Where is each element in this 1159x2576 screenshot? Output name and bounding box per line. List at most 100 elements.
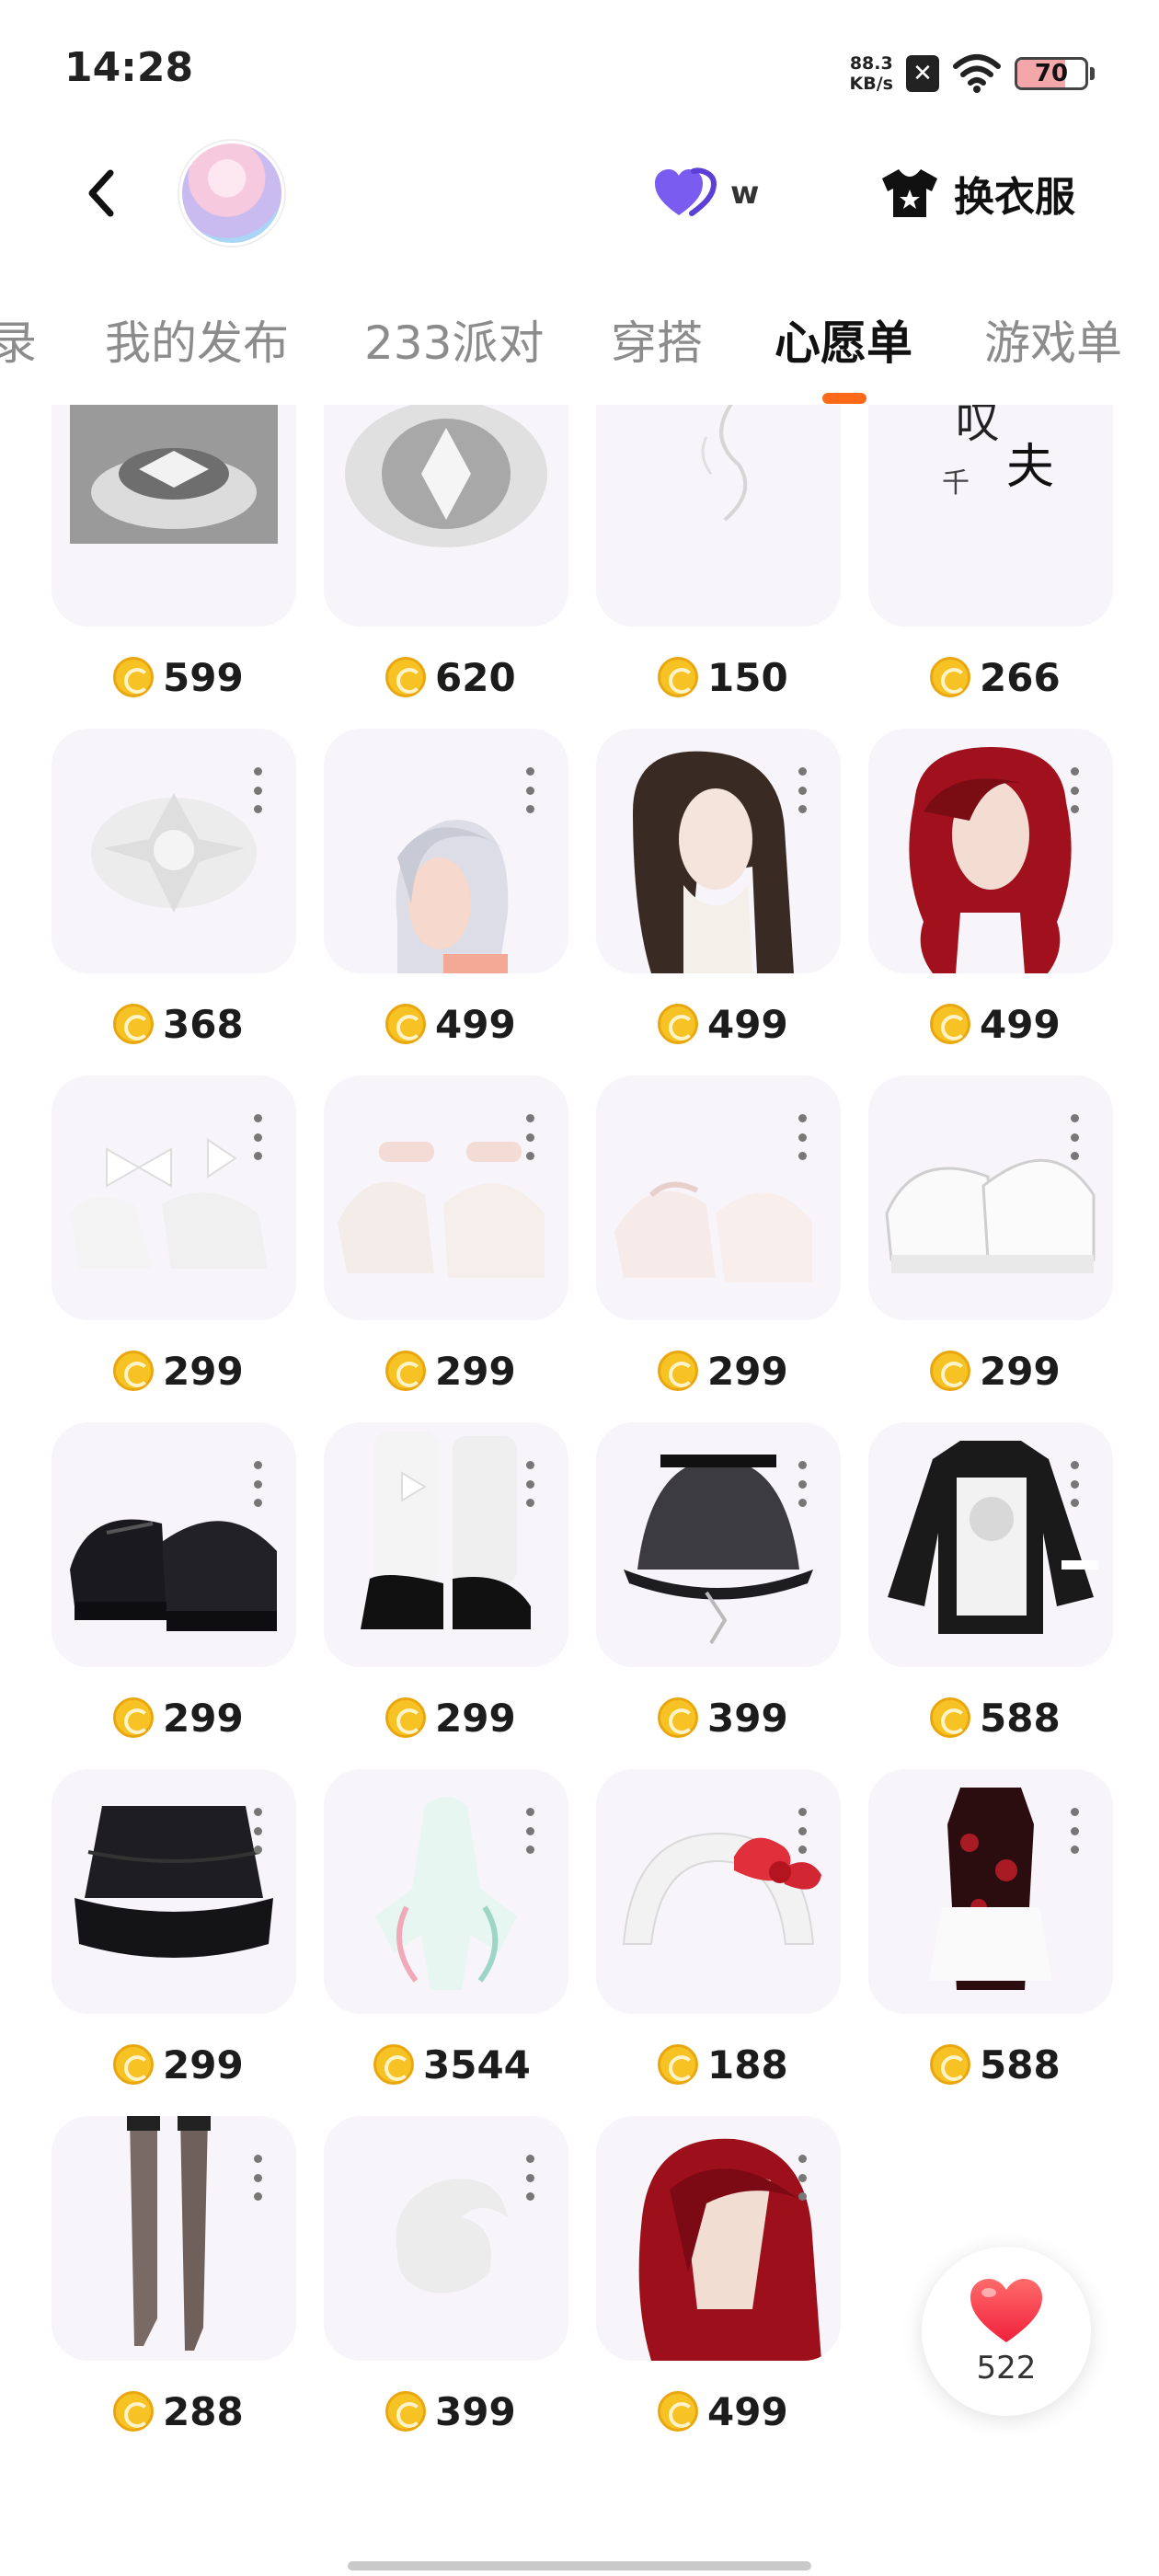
wishlist-item-card[interactable] <box>52 1769 296 2014</box>
coin-icon <box>385 2391 426 2432</box>
more-options-icon[interactable] <box>524 767 535 813</box>
more-options-icon[interactable] <box>252 2155 263 2201</box>
coin-icon <box>113 2044 154 2085</box>
wishlist-item-card[interactable] <box>868 729 1113 973</box>
item-price-value: 299 <box>707 1348 788 1394</box>
wishlist-item-card[interactable] <box>52 1422 296 1667</box>
item-price: 588 <box>930 2041 1061 2087</box>
coin-icon <box>113 657 154 697</box>
wishlist-item-card[interactable] <box>868 1075 1113 1320</box>
item-price: 299 <box>385 1695 516 1741</box>
network-speed-unit: KB/s <box>849 74 893 94</box>
item-price-value: 499 <box>707 2388 788 2434</box>
wishlist-item-card[interactable] <box>324 1769 568 2014</box>
more-options-icon[interactable] <box>1069 1114 1080 1160</box>
more-options-icon[interactable] <box>252 767 263 813</box>
more-options-icon[interactable] <box>524 1808 535 1854</box>
like-count: 522 <box>976 2350 1037 2386</box>
wishlist-item-card[interactable] <box>596 729 841 973</box>
item-price: 499 <box>658 1001 788 1047</box>
more-options-icon[interactable] <box>524 1114 535 1160</box>
wishlist-item-card[interactable] <box>324 1422 568 1667</box>
wishlist-item-card[interactable] <box>324 2116 568 2361</box>
item-price: 299 <box>113 1695 244 1741</box>
item-price-value: 499 <box>980 1001 1061 1047</box>
coin-icon <box>385 1351 426 1391</box>
item-price: 150 <box>658 654 788 700</box>
item-price: 620 <box>385 654 516 700</box>
more-options-icon[interactable] <box>797 1461 808 1507</box>
item-price-value: 288 <box>163 2388 244 2434</box>
wishlist-item-card[interactable] <box>868 1422 1113 1667</box>
more-options-icon[interactable] <box>797 1808 808 1854</box>
battery-indicator: 70 <box>1015 57 1088 90</box>
like-button[interactable]: 522 <box>922 2247 1091 2416</box>
wishlist-item-card[interactable] <box>324 729 568 973</box>
more-options-icon[interactable] <box>1069 1461 1080 1507</box>
item-price-value: 299 <box>163 2041 244 2087</box>
avatar[interactable] <box>179 141 284 246</box>
svg-text:千: 千 <box>942 467 970 500</box>
back-button[interactable] <box>74 166 129 221</box>
tab-wishlist[interactable]: 心愿单 <box>775 306 912 373</box>
wishlist-item-card[interactable] <box>52 729 296 973</box>
status-icons: 88.3 KB/s ✕ 70 <box>850 48 1095 99</box>
more-options-icon[interactable] <box>524 2155 535 2201</box>
item-price-value: 266 <box>980 654 1061 700</box>
wishlist-item-card[interactable] <box>596 1075 841 1320</box>
wishlist-item-card[interactable]: 叹夫 千 <box>868 405 1113 627</box>
item-price: 588 <box>930 1695 1061 1741</box>
wishlist-item-card[interactable] <box>52 405 296 627</box>
active-tab-indicator <box>822 393 866 404</box>
coin-icon <box>373 2044 414 2085</box>
heart-badge[interactable]: w <box>653 166 759 221</box>
coin-icon <box>385 657 426 697</box>
black-long-hair-icon <box>633 751 794 973</box>
more-options-icon[interactable] <box>797 1114 808 1160</box>
wishlist-item-card[interactable] <box>596 1769 841 2014</box>
profile-tabs: 录 我的发布 233派对 穿搭 心愿单 游戏单 <box>0 281 1159 404</box>
wishlist-item-card[interactable] <box>324 405 568 627</box>
wishlist-item-card[interactable] <box>596 1422 841 1667</box>
white-leg-warmer-boots-icon <box>361 1432 531 1629</box>
tab-233-party[interactable]: 233派对 <box>364 306 544 373</box>
more-options-icon[interactable] <box>1069 1808 1080 1854</box>
coin-icon <box>113 1351 154 1391</box>
wishlist-item-card[interactable] <box>596 2116 841 2361</box>
maid-qipao-icon <box>929 1788 1052 1990</box>
red-heart-icon <box>970 2279 1042 2342</box>
change-clothes-button[interactable]: 换衣服 <box>878 161 1075 225</box>
wishlist-item-card[interactable] <box>868 1769 1113 2014</box>
chevron-left-icon <box>88 169 114 217</box>
coin-icon <box>930 1004 970 1044</box>
white-ornament-item-icon <box>91 793 257 913</box>
coin-icon <box>113 1004 154 1044</box>
more-options-icon[interactable] <box>252 1114 263 1160</box>
item-price: 499 <box>930 1001 1061 1047</box>
wishlist-item-card[interactable] <box>52 2116 296 2361</box>
silver-short-hair-icon <box>396 820 509 973</box>
more-options-icon[interactable] <box>524 1461 535 1507</box>
more-options-icon[interactable] <box>797 767 808 813</box>
tab-records[interactable]: 录 <box>0 306 37 373</box>
wishlist-item-card[interactable] <box>324 1075 568 1320</box>
more-options-icon[interactable] <box>1069 767 1080 813</box>
more-options-icon[interactable] <box>252 1461 263 1507</box>
wishlist-item-card[interactable] <box>52 1075 296 1320</box>
tab-outfits[interactable]: 穿搭 <box>611 306 703 373</box>
red-wavy-hair-icon <box>909 747 1072 973</box>
item-price-value: 188 <box>707 2041 788 2087</box>
pink-platform-shoes-icon <box>614 1181 812 1282</box>
item-price: 399 <box>385 2388 516 2434</box>
coin-icon <box>658 2391 698 2432</box>
wisp-item-icon <box>701 405 748 522</box>
tab-game-list[interactable]: 游戏单 <box>984 306 1122 373</box>
wishlist-item-card[interactable] <box>596 405 841 627</box>
more-options-icon[interactable] <box>797 2155 808 2201</box>
more-options-icon[interactable] <box>252 1808 263 1854</box>
item-price-value: 299 <box>163 1695 244 1741</box>
tab-my-posts[interactable]: 我的发布 <box>105 306 289 373</box>
item-price-value: 588 <box>980 1695 1061 1741</box>
coin-icon <box>930 657 970 697</box>
item-price-value: 299 <box>435 1348 516 1394</box>
